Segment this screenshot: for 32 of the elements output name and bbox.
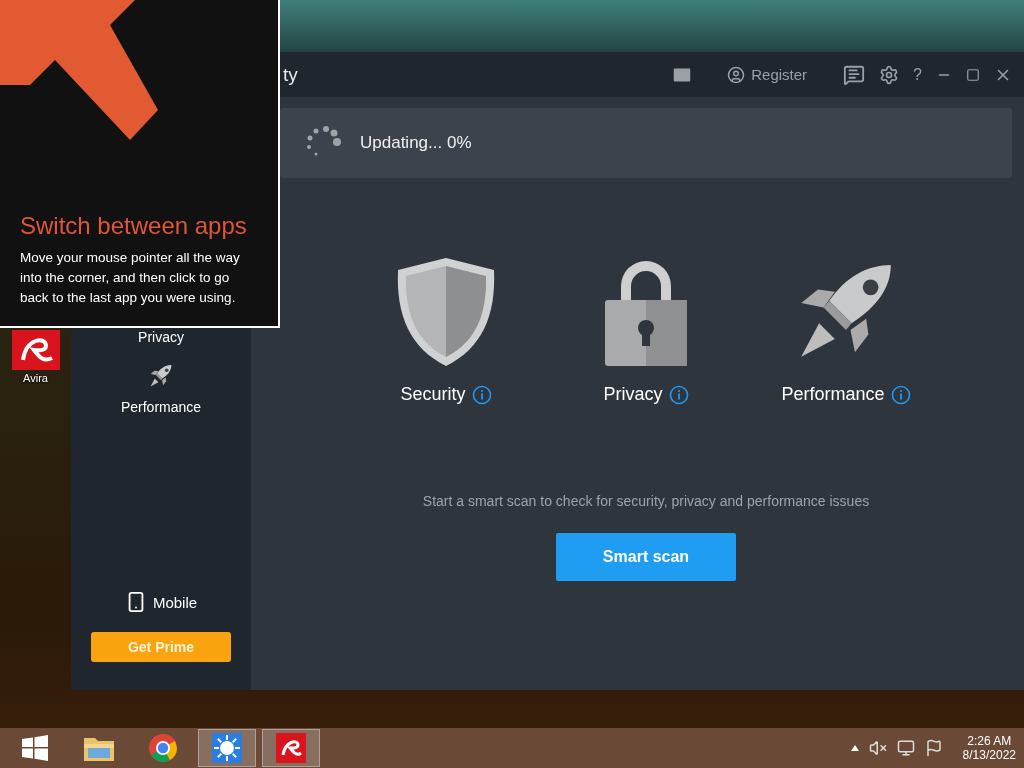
settings-icon[interactable] [879,64,900,85]
mobile-link[interactable]: Mobile [118,590,204,614]
taskbar-app[interactable] [198,729,256,767]
clock[interactable]: 2:26 AM 8/13/2022 [962,734,1016,762]
hint-text: Start a smart scan to check for security, privacy and performance issues [422,493,870,509]
sun-icon [212,733,242,763]
muted-speaker-icon[interactable] [868,739,887,757]
network-icon[interactable] [896,739,915,757]
status-text: Updating... 0% [360,133,472,153]
sidebar-item[interactable]: Privacy [138,329,184,345]
tip-title: Switch between apps [20,212,248,240]
info-icon[interactable] [668,384,689,405]
register-button[interactable]: Register [727,65,808,84]
flag-icon[interactable] [924,739,943,757]
chrome-icon [148,733,178,763]
user-icon [727,65,746,84]
caret-icon[interactable] [850,745,859,751]
category-label[interactable]: Security [400,384,492,405]
taskbar-app[interactable] [262,729,320,767]
info-icon[interactable] [471,384,492,405]
category-label[interactable]: Privacy [603,384,689,405]
tip-text: Move your mouse pointer all the way into the corner, and then click to go back to the last app you were using. [20,249,241,307]
sidebar-item[interactable]: Performance [120,363,202,415]
rocket-icon [148,363,174,389]
desktop-icon-label[interactable]: Avira [23,372,48,384]
windows-logo-icon [22,735,48,761]
info-icon[interactable] [890,384,911,405]
help-button[interactable]: ? [913,65,922,84]
chat-icon[interactable] [843,63,866,86]
maximize-icon[interactable] [966,67,980,82]
category-label[interactable]: Performance [781,384,911,405]
window-title: ty [283,63,298,86]
